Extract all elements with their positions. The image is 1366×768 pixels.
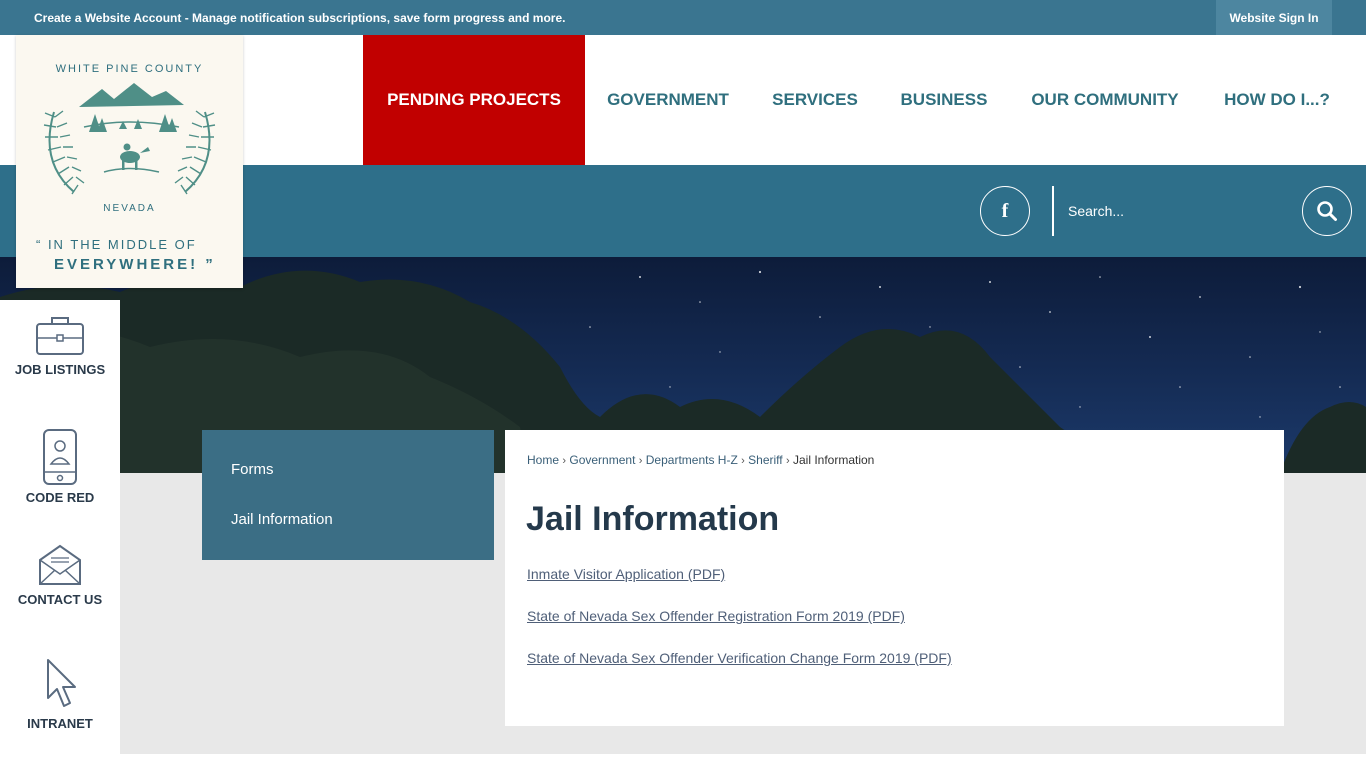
subnav-item-jail-information[interactable]: Jail Information [231,511,333,528]
create-account-promo[interactable]: Create a Website Account - Manage notifi… [34,11,565,25]
quick-link-intranet[interactable]: INTRANET [0,658,120,731]
website-sign-in-button[interactable]: Website Sign In [1216,0,1332,35]
search-icon [1317,201,1337,221]
link-inmate-visitor-application[interactable]: Inmate Visitor Application (PDF) [527,566,725,582]
breadcrumb-current: Jail Information [792,453,875,467]
envelope-icon [39,544,81,585]
breadcrumb-separator: › [638,455,643,467]
search-button[interactable] [1302,186,1352,236]
quick-link-code-red[interactable]: CODE RED [0,428,120,505]
nav-pending-projects[interactable]: PENDING PROJECTS [363,35,585,165]
top-utility-bar: Create a Website Account - Manage notifi… [0,0,1366,35]
search-divider [1052,186,1054,236]
nav-business[interactable]: BUSINESS [885,35,1003,165]
breadcrumb-separator: › [785,455,790,467]
subnav-item-forms[interactable]: Forms [231,461,274,478]
breadcrumb-home[interactable]: Home [527,453,559,467]
breadcrumb-separator: › [741,455,745,467]
breadcrumb-separator: › [562,455,567,467]
section-subnav: Forms Jail Information [202,430,494,560]
breadcrumb: Home › Government › Departments H-Z › Sh… [527,453,874,467]
breadcrumb-sheriff[interactable]: Sheriff [748,453,782,467]
facebook-icon: f [1001,199,1009,222]
footer-strip [0,754,1366,768]
search-input[interactable] [1060,192,1290,230]
nav-our-community[interactable]: OUR COMMUNITY [1013,35,1197,165]
logo-tagline-line1: “ IN THE MIDDLE OF [36,237,197,252]
quick-link-label: JOB LISTINGS [14,362,106,377]
breadcrumb-government[interactable]: Government [569,453,635,467]
content-panel: Home › Government › Departments H-Z › Sh… [505,430,1284,726]
quick-link-label: CONTACT US [17,592,103,607]
quick-link-job-listings[interactable]: JOB LISTINGS [0,314,120,377]
county-seal-emblem [43,83,216,195]
county-logo[interactable]: WHITE PINE COUNTY NEVADA “ IN THE MIDDLE… [16,35,243,288]
quick-link-label: CODE RED [25,490,95,505]
nav-how-do-i[interactable]: HOW DO I...? [1207,35,1347,165]
facebook-button[interactable]: f [980,186,1030,236]
quick-link-label: INTRANET [27,716,93,731]
logo-county-name: WHITE PINE COUNTY [55,63,204,75]
link-sex-offender-verification-change-form[interactable]: State of Nevada Sex Offender Verificatio… [527,650,952,666]
logo-state-name: NEVADA [103,203,156,214]
briefcase-icon [36,317,84,355]
nav-services[interactable]: SERVICES [755,35,875,165]
logo-tagline-line2: EVERYWHERE! ” [54,256,216,273]
nav-government[interactable]: GOVERNMENT [591,35,745,165]
quick-link-contact-us[interactable]: CONTACT US [0,544,120,607]
mobile-phone-icon [43,429,77,485]
breadcrumb-departments-h-z[interactable]: Departments H-Z [646,453,738,467]
link-sex-offender-registration-form[interactable]: State of Nevada Sex Offender Registratio… [527,608,905,624]
quick-links-sidebar: JOB LISTINGS CODE RED CONTACT US INTRANE… [0,300,120,754]
cursor-arrow-icon [47,659,76,707]
page-title: Jail Information [526,500,780,538]
